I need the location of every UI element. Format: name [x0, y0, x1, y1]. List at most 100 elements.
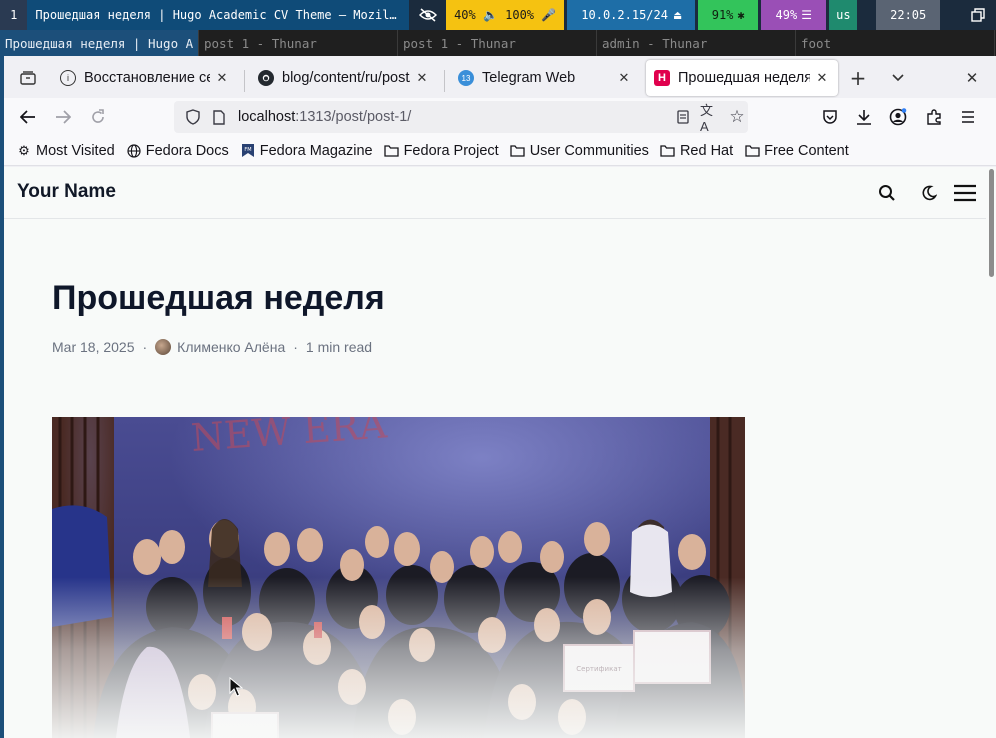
- close-window-icon[interactable]: ✕: [958, 64, 986, 92]
- tile-tab-thunar[interactable]: post 1 - Thunar: [398, 30, 597, 56]
- reload-icon[interactable]: [84, 103, 112, 131]
- workspace-indicator[interactable]: 1: [0, 0, 28, 30]
- article-author[interactable]: Клименко Алёна: [177, 339, 285, 355]
- search-icon[interactable]: [875, 181, 899, 205]
- new-tab-icon[interactable]: +: [844, 64, 872, 92]
- pocket-icon[interactable]: [816, 103, 844, 131]
- keyboard-layout[interactable]: us: [829, 0, 858, 30]
- close-tab-icon[interactable]: ✕: [814, 70, 830, 86]
- separator-dot: ·: [293, 339, 298, 355]
- moon-icon[interactable]: [917, 181, 941, 205]
- telegram-icon: 13: [458, 70, 474, 86]
- close-tab-icon[interactable]: ✕: [414, 70, 430, 86]
- tab-label: Прошедшая неделя | Н: [678, 70, 810, 86]
- bookmark-folder-fedora-project[interactable]: Fedora Project: [384, 143, 499, 159]
- tile-tab-foot[interactable]: foot: [796, 30, 995, 56]
- separator-dot: ·: [142, 339, 148, 355]
- bookmark-most-visited[interactable]: ⚙ Most Visited: [16, 143, 115, 159]
- focused-window-title: Прошедшая неделя | Hugo Academic CV Them…: [27, 0, 410, 30]
- cpu-chip-icon: ✱: [737, 8, 745, 22]
- tile-tab-firefox[interactable]: Прошедшая неделя | Hugo A: [0, 30, 199, 56]
- shield-icon[interactable]: [184, 108, 202, 126]
- article-title: Прошедшая неделя: [52, 279, 385, 317]
- memory-icon: ☰: [801, 8, 812, 22]
- audio-status[interactable]: 40% 🔈 100% 🎤: [446, 0, 565, 30]
- firefox-window: i Восстановление сесси ✕ blog/content/ru…: [0, 56, 996, 738]
- github-icon: [258, 70, 274, 86]
- tab-list-chevron-icon[interactable]: [884, 64, 912, 92]
- close-tab-icon[interactable]: ✕: [616, 70, 632, 86]
- folder-icon: [744, 144, 760, 157]
- certificate-text: Сертификат: [576, 665, 621, 673]
- translate-icon[interactable]: 文A: [700, 103, 718, 134]
- bookmark-folder-red-hat[interactable]: Red Hat: [660, 143, 733, 159]
- web-page: Your Name Прошедшая неделя Mar 18, 2025 …: [4, 167, 996, 738]
- bookmark-fedora-docs[interactable]: Fedora Docs: [126, 143, 229, 159]
- url-text: localhost:1313/post/post-1/: [238, 109, 411, 125]
- fedora-magazine-icon: FM: [240, 143, 256, 158]
- clock[interactable]: 22:05: [876, 0, 940, 30]
- gear-icon: ⚙: [18, 142, 30, 158]
- bookmark-label: Most Visited: [36, 142, 115, 159]
- svg-text:FM: FM: [244, 147, 251, 153]
- mouse-cursor-icon: [229, 677, 243, 697]
- back-arrow-icon[interactable]: [14, 103, 42, 131]
- url-bar[interactable]: localhost:1313/post/post-1/ 文A ☆: [174, 101, 748, 134]
- bookmark-label: Free Content: [764, 142, 849, 159]
- extensions-icon[interactable]: [920, 103, 948, 131]
- bookmark-label: Fedora Project: [403, 142, 499, 159]
- tab-github[interactable]: blog/content/ru/post/p ✕: [250, 60, 438, 96]
- ip-address: 10.0.2.15/24: [581, 8, 668, 22]
- account-icon[interactable]: [884, 103, 912, 131]
- bookmark-folder-user-communities[interactable]: User Communities: [510, 143, 649, 159]
- page-icon[interactable]: [210, 108, 228, 126]
- tile-tab-thunar[interactable]: post 1 - Thunar: [199, 30, 398, 56]
- eye-slash-icon[interactable]: [409, 0, 447, 30]
- hamburger-menu-icon[interactable]: [954, 103, 982, 131]
- tab-bar: i Восстановление сесси ✕ blog/content/ru…: [4, 56, 996, 98]
- article-meta: Mar 18, 2025 · Клименко Алёна · 1 min re…: [52, 339, 372, 355]
- bookmark-label: Red Hat: [679, 142, 734, 159]
- site-brand[interactable]: Your Name: [17, 181, 116, 203]
- site-header: Your Name: [4, 167, 986, 219]
- network-status[interactable]: 10.0.2.15/24 ⏏: [567, 0, 696, 30]
- bookmark-label: User Communities: [529, 142, 649, 159]
- star-icon[interactable]: ☆: [728, 107, 746, 126]
- article-hero-photo: NEW ERA Сертификат: [52, 417, 745, 738]
- reader-view-icon[interactable]: [674, 108, 692, 126]
- tab-label: Telegram Web: [482, 70, 576, 86]
- cpu-status[interactable]: 91% ✱: [698, 0, 759, 30]
- tile-tab-thunar-admin[interactable]: admin - Thunar: [597, 30, 796, 56]
- tab-session-restore[interactable]: i Восстановление сесси ✕: [52, 60, 238, 96]
- folder-icon: [510, 144, 526, 157]
- tab-label: Восстановление сесси: [84, 70, 210, 86]
- hamburger-menu-icon[interactable]: [952, 181, 978, 205]
- close-tab-icon[interactable]: ✕: [214, 70, 230, 86]
- window-switch-icon[interactable]: [959, 0, 996, 30]
- tab-telegram[interactable]: 13 Telegram Web ✕: [450, 60, 640, 96]
- page-scrollbar[interactable]: [989, 169, 994, 277]
- url-path: :1313/post/post-1/: [295, 109, 412, 125]
- memory-usage: 49%: [775, 8, 798, 22]
- bookmark-label: Fedora Magazine: [259, 142, 373, 159]
- hugo-icon: H: [654, 70, 670, 86]
- folder-icon: [660, 144, 676, 157]
- tab-current-post[interactable]: H Прошедшая неделя | Н ✕: [646, 60, 838, 96]
- article-read-time: 1 min read: [305, 339, 373, 355]
- bookmark-label: Fedora Docs: [145, 142, 229, 159]
- wm-status-bar: 1 Прошедшая неделя | Hugo Academic CV Th…: [0, 0, 996, 30]
- navigation-toolbar: localhost:1313/post/post-1/ 文A ☆: [4, 98, 996, 136]
- folder-icon: [384, 144, 400, 157]
- url-host: localhost: [238, 109, 296, 125]
- tab-label: blog/content/ru/post/p: [282, 70, 410, 86]
- info-icon: i: [60, 70, 76, 86]
- bookmark-folder-free-content[interactable]: Free Content: [744, 143, 849, 159]
- bookmark-fedora-magazine[interactable]: FM Fedora Magazine: [240, 143, 373, 159]
- download-icon[interactable]: [850, 103, 878, 131]
- memory-status[interactable]: 49% ☰: [760, 0, 827, 30]
- article-date: Mar 18, 2025: [52, 339, 135, 355]
- bookmarks-toolbar: ⚙ Most Visited Fedora Docs FM Fedora Mag…: [4, 136, 996, 166]
- forward-arrow-icon[interactable]: [49, 103, 77, 131]
- author-avatar[interactable]: [155, 339, 172, 355]
- firefox-view-icon[interactable]: [14, 64, 42, 92]
